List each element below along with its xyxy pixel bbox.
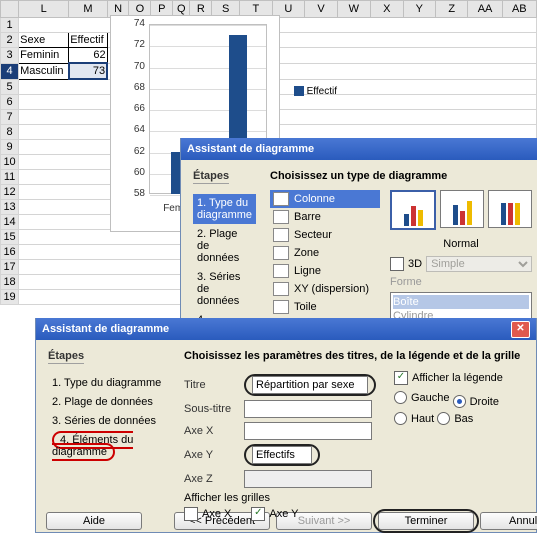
col-header[interactable]: Y [403,1,436,18]
row-header[interactable]: 2 [1,33,19,48]
row-header[interactable]: 8 [1,125,19,140]
cell-L4[interactable]: Masculin [19,63,69,79]
col-header[interactable]: M [69,1,107,18]
axey-input[interactable] [252,446,312,464]
chart-type-item[interactable]: Ligne [270,262,380,280]
choose-type-label: Choisissez un type de diagramme [270,170,532,182]
chart-type-item[interactable]: Toile [270,298,380,316]
chart-wizard-elements-dialog: Assistant de diagramme ✕ Étapes 1. Type … [35,318,537,533]
row-header[interactable]: 5 [1,79,19,95]
col-header[interactable]: L [19,1,69,18]
legend-pos-top-radio[interactable]: Haut [394,412,434,425]
step-item[interactable]: 2. Plage de données [193,225,256,267]
corner-cell[interactable] [1,1,19,18]
threeD-look-select: Simple [426,256,532,272]
dialog-titlebar[interactable]: Assistant de diagramme ✕ [36,318,536,340]
step-item[interactable]: 3. Séries de données [48,412,170,430]
row-header[interactable]: 17 [1,260,19,275]
gridy-checkbox[interactable]: ✓Axe Y [251,507,298,521]
chart-legend: Effectif [294,86,337,97]
step-item[interactable]: 4. Éléments du diagramme [48,431,170,461]
legend-swatch-icon [294,86,304,96]
area-chart-icon [273,246,289,260]
chart-variant-thumb[interactable] [390,190,436,230]
axez-input [244,470,372,488]
steps-heading: Étapes [48,350,84,364]
cell-M3[interactable]: 62 [69,48,107,64]
step-item[interactable]: 1. Type du diagramme [193,194,256,224]
radar-chart-icon [273,300,289,314]
chart-type-item[interactable]: XY (dispersion) [270,280,380,298]
col-header[interactable]: V [305,1,338,18]
dialog-title: Assistant de diagramme [42,318,169,340]
legend-label: Effectif [307,86,337,97]
chart-type-item[interactable]: Zone [270,244,380,262]
finish-button[interactable]: Terminer [378,512,474,530]
axex-label: Axe X [184,425,236,437]
row-header[interactable]: 15 [1,230,19,245]
axex-input[interactable] [244,422,372,440]
dialog-titlebar[interactable]: Assistant de diagramme [181,138,537,160]
cell-M2[interactable]: Effectif [69,33,107,48]
row-header[interactable]: 11 [1,170,19,185]
shape-label: Forme [390,276,532,288]
row-header[interactable]: 6 [1,95,19,110]
row-header[interactable]: 19 [1,290,19,305]
row-header[interactable]: 13 [1,200,19,215]
steps-heading: Étapes [193,170,229,184]
title-input[interactable] [252,376,368,394]
row-header[interactable]: 12 [1,185,19,200]
subtitle-label: Sous-titre [184,403,236,415]
step-item[interactable]: 2. Plage de données [48,393,170,411]
step-item[interactable]: 1. Type du diagramme [48,374,170,392]
bar-chart-icon [273,210,289,224]
col-header[interactable]: W [337,1,370,18]
row-header[interactable]: 4 [1,63,19,79]
dialog-title: Assistant de diagramme [187,138,314,160]
cell-M4[interactable]: 73 [69,63,107,79]
bar-chart-icon [273,192,289,206]
gridx-checkbox[interactable]: Axe X [184,507,231,521]
chart-type-item[interactable]: Secteur [270,226,380,244]
title-label: Titre [184,379,236,391]
legend-pos-bottom-radio[interactable]: Bas [437,412,473,425]
threeD-checkbox[interactable]: 3D [390,257,422,271]
col-header[interactable]: AB [502,1,536,18]
choose-params-label: Choisissez les paramètres des titres, de… [184,350,524,362]
variant-name: Normal [390,238,532,250]
grids-label: Afficher les grilles [184,492,376,504]
row-header[interactable]: 1 [1,18,19,33]
col-header[interactable]: Z [436,1,468,18]
step-item[interactable]: 3. Séries de données [193,268,256,310]
legend-pos-right-radio[interactable]: Droite [453,395,499,408]
chart-type-item[interactable]: Barre [270,208,380,226]
legend-pos-left-radio[interactable]: Gauche [394,391,450,404]
row-header[interactable]: 18 [1,275,19,290]
subtitle-input[interactable] [244,400,372,418]
row-header[interactable]: 10 [1,155,19,170]
close-icon[interactable]: ✕ [511,321,530,338]
row-header[interactable]: 7 [1,110,19,125]
row-header[interactable]: 14 [1,215,19,230]
cell-L3[interactable]: Feminin [19,48,69,64]
chart-wizard-type-dialog: Assistant de diagramme Étapes 1. Type du… [180,138,537,334]
show-legend-checkbox[interactable]: ✓Afficher la légende [394,371,503,385]
col-header[interactable]: AA [468,1,502,18]
chart-variant-thumb[interactable] [488,190,532,228]
chart-variant-thumb[interactable] [440,190,484,228]
row-header[interactable]: 9 [1,140,19,155]
chart-type-item[interactable]: Colonne [270,190,380,208]
row-header[interactable]: 3 [1,48,19,64]
help-button[interactable]: Aide [46,512,142,530]
cell-L2[interactable]: Sexe [19,33,69,48]
axey-label: Axe Y [184,449,236,461]
axez-label: Axe Z [184,473,236,485]
col-header[interactable]: X [370,1,403,18]
scatter-chart-icon [273,282,289,296]
row-header[interactable]: 16 [1,245,19,260]
line-chart-icon [273,264,289,278]
pie-chart-icon [273,228,289,242]
